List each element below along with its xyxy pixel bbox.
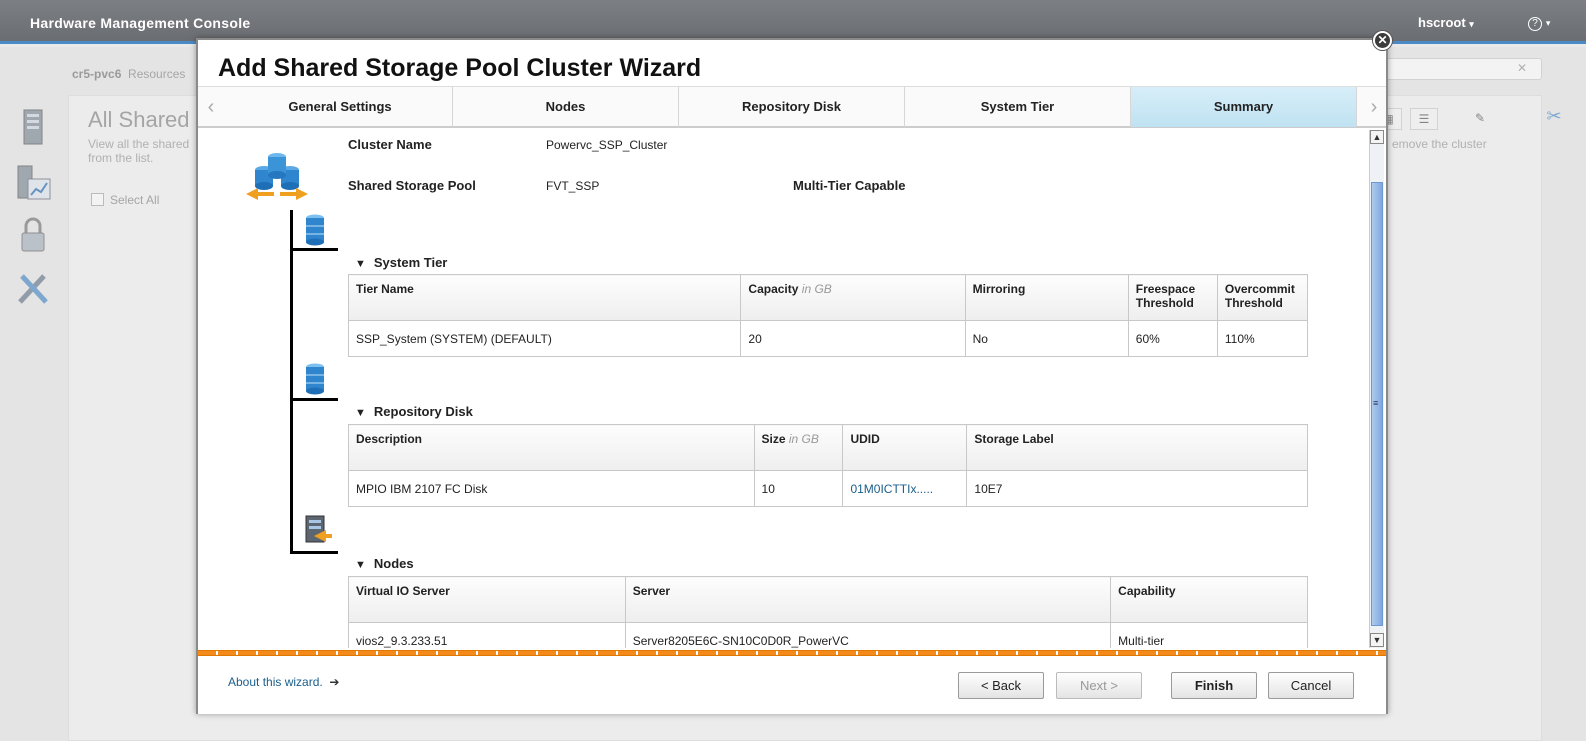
repository-disk-heading-label: Repository Disk	[373, 404, 473, 419]
arrow-right-icon: ➔	[329, 675, 340, 689]
table-cell: SSP_System (SYSTEM) (DEFAULT)	[347, 320, 742, 357]
tabs-next-icon[interactable]: ›	[1363, 87, 1385, 127]
table-cell: No	[964, 320, 1129, 357]
column-header-label: Capacity	[748, 282, 799, 296]
table-header-row: Description Size in GB UDID Storage Labe…	[348, 424, 1308, 471]
table-cell: Server8205E6C-SN10C0D0R_PowerVC	[624, 622, 1112, 648]
scroll-grip-icon: ≡	[1373, 398, 1379, 408]
system-tier-heading[interactable]: ▼ System Tier	[355, 255, 447, 270]
column-header[interactable]: Storage Label	[966, 424, 1308, 471]
tree-trunk	[290, 210, 293, 554]
nodes-heading-label: Nodes	[373, 556, 414, 571]
collapse-triangle-icon[interactable]: ▼	[355, 559, 366, 571]
table-header-row: Tier Name Capacity in GB Mirroring Frees…	[347, 274, 1309, 321]
repository-disk-table: Description Size in GB UDID Storage Labe…	[348, 424, 1308, 507]
column-header[interactable]: Server	[624, 576, 1112, 623]
next-button[interactable]: Next >	[1056, 672, 1142, 699]
table-cell: 10	[753, 470, 844, 507]
repository-disk-icon	[304, 363, 326, 398]
tab-general-settings[interactable]: General Settings	[228, 87, 453, 127]
user-menu[interactable]: hscroot ▾	[1418, 15, 1474, 30]
table-cell: 110%	[1216, 320, 1309, 357]
wizard-footer: About this wizard. ➔ < Back Next > Finis…	[198, 658, 1386, 714]
close-icon[interactable]: ✕	[1373, 31, 1392, 50]
pool-label: Shared Storage Pool	[348, 178, 476, 193]
tabs-prev-icon[interactable]: ‹	[200, 87, 222, 127]
table-cell: 20	[740, 320, 966, 357]
scroll-down-icon[interactable]: ▼	[1370, 633, 1384, 647]
about-wizard-link[interactable]: About this wizard. ➔	[228, 675, 339, 689]
system-tier-heading-label: System Tier	[373, 255, 448, 270]
wizard-dialog: Add Shared Storage Pool Cluster Wizard ‹…	[196, 38, 1388, 714]
app-title: Hardware Management Console	[30, 15, 251, 31]
collapse-triangle-icon[interactable]: ▼	[355, 407, 366, 419]
column-header[interactable]: Capacity in GB	[740, 274, 966, 321]
dialog-title: Add Shared Storage Pool Cluster Wizard	[218, 54, 702, 82]
repository-disk-heading[interactable]: ▼ Repository Disk	[355, 404, 473, 419]
cluster-name-label: Cluster Name	[348, 137, 432, 152]
table-cell: 10E7	[966, 470, 1308, 507]
table-row[interactable]: vios2_9.3.233.51 Server8205E6C-SN10C0D0R…	[348, 622, 1308, 648]
table-cell: vios2_9.3.233.51	[348, 622, 626, 648]
tab-repository-disk[interactable]: Repository Disk	[679, 87, 905, 127]
tab-summary[interactable]: Summary	[1131, 87, 1357, 127]
column-header-unit: in GB	[801, 282, 832, 296]
tree-branch	[290, 551, 338, 554]
vertical-scrollbar[interactable]: ▲ ≡ ▼	[1369, 130, 1384, 648]
column-header[interactable]: Description	[348, 424, 755, 471]
back-button[interactable]: < Back	[958, 672, 1044, 699]
help-menu[interactable]: ? ▾	[1528, 13, 1550, 31]
finish-button[interactable]: Finish	[1171, 672, 1257, 699]
multi-tier-label: Multi-Tier Capable	[793, 178, 906, 193]
column-header[interactable]: Overcommit Threshold	[1216, 274, 1309, 321]
progress-stripe	[198, 650, 1386, 656]
column-header[interactable]: Mirroring	[964, 274, 1129, 321]
help-icon: ?	[1528, 17, 1542, 31]
column-header[interactable]: Size in GB	[753, 424, 844, 471]
about-wizard-label: About this wizard.	[228, 675, 323, 689]
column-header[interactable]: Freespace Threshold	[1127, 274, 1218, 321]
column-header-label: Size	[761, 432, 786, 446]
collapse-triangle-icon[interactable]: ▼	[355, 258, 366, 270]
table-cell: MPIO IBM 2107 FC Disk	[348, 470, 755, 507]
chevron-down-icon: ▾	[1545, 18, 1551, 28]
wizard-tabs: ‹ General Settings Nodes Repository Disk…	[198, 86, 1386, 128]
user-name: hscroot	[1418, 15, 1466, 30]
table-header-row: Virtual IO Server Server Capability	[348, 576, 1308, 623]
column-header[interactable]: Tier Name	[347, 274, 742, 321]
table-row[interactable]: MPIO IBM 2107 FC Disk 10 01M0ICTTIx.....…	[348, 470, 1308, 507]
system-tier-table: Tier Name Capacity in GB Mirroring Frees…	[347, 274, 1309, 357]
table-cell: 60%	[1127, 320, 1218, 357]
summary-content: Cluster Name Powervc_SSP_Cluster Shared …	[198, 130, 1368, 648]
tree-branch	[290, 398, 338, 401]
system-tier-icon	[304, 214, 326, 249]
nodes-heading[interactable]: ▼ Nodes	[355, 556, 414, 571]
cluster-icon	[244, 148, 310, 207]
nodes-table: Virtual IO Server Server Capability vios…	[348, 576, 1308, 648]
cancel-button[interactable]: Cancel	[1268, 672, 1354, 699]
chevron-down-icon: ▾	[1469, 19, 1474, 29]
pool-value: FVT_SSP	[546, 179, 600, 193]
table-cell: Multi-tier	[1110, 622, 1308, 648]
vios-node-icon	[302, 514, 332, 549]
column-header[interactable]: Virtual IO Server	[348, 576, 626, 623]
cluster-name-value: Powervc_SSP_Cluster	[546, 138, 668, 152]
scroll-up-icon[interactable]: ▲	[1370, 130, 1384, 144]
tab-system-tier[interactable]: System Tier	[905, 87, 1131, 127]
udid-link[interactable]: 01M0ICTTIx.....	[842, 470, 968, 507]
column-header[interactable]: UDID	[842, 424, 968, 471]
table-row[interactable]: SSP_System (SYSTEM) (DEFAULT) 20 No 60% …	[347, 320, 1309, 357]
column-header[interactable]: Capability	[1110, 576, 1308, 623]
tab-nodes[interactable]: Nodes	[453, 87, 679, 127]
column-header-unit: in GB	[788, 432, 819, 446]
